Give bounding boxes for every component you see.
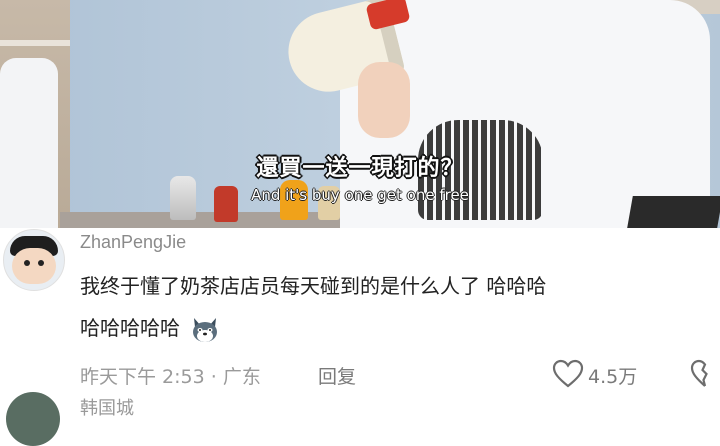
heart-icon[interactable] xyxy=(552,359,584,389)
avatar[interactable] xyxy=(6,392,60,446)
comment-username[interactable]: 韩国城 xyxy=(80,394,134,420)
video-frame[interactable]: 還買一送一現打的？ And it's buy one get one free xyxy=(0,0,720,228)
comment-text-line2-text: 哈哈哈哈哈 xyxy=(80,316,180,340)
like-count: 4.5万 xyxy=(588,366,638,388)
hand xyxy=(358,62,410,138)
comment-username[interactable]: ZhanPengJie xyxy=(80,232,186,253)
comment-text-line2: 哈哈哈哈哈 xyxy=(80,312,220,345)
comment-text-line1: 我终于懂了奶茶店店员每天碰到的是什么人了 哈哈哈 xyxy=(80,274,547,298)
comment-timestamp-location: 昨天下午 2:53 · 广东 xyxy=(80,366,261,388)
reply-button[interactable]: 回复 xyxy=(318,362,356,389)
avatar[interactable] xyxy=(3,229,65,291)
broken-heart-icon[interactable] xyxy=(690,359,720,389)
husky-dog-emoji-icon xyxy=(193,317,218,342)
subtitle-chinese: 還買一送一現打的？ xyxy=(256,156,464,181)
subtitle-english: And it's buy one get one free xyxy=(251,186,469,204)
